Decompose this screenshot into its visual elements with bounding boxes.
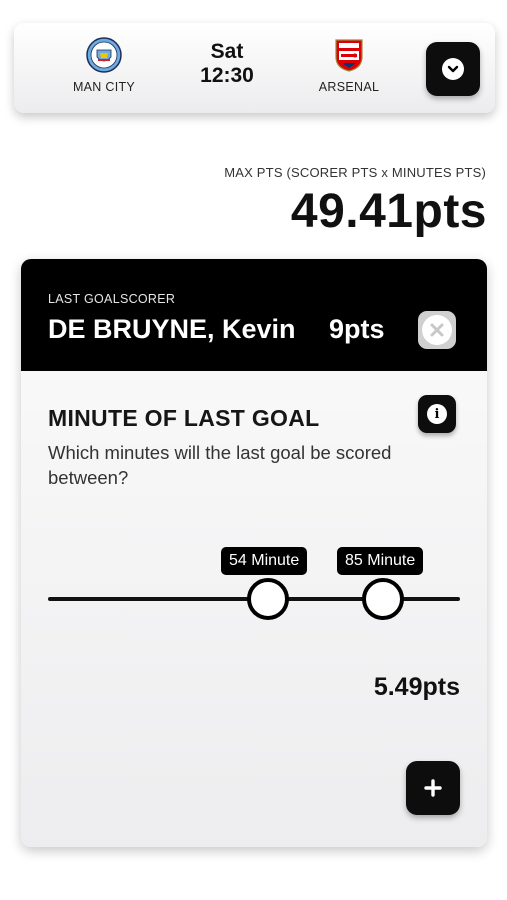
away-team-name: ARSENAL xyxy=(318,80,380,94)
info-button[interactable]: i xyxy=(418,395,456,433)
scorer-points: 9pts xyxy=(329,314,385,344)
prediction-card: LAST GOALSCORER DE BRUYNE, Kevin 9pts MI… xyxy=(21,259,487,847)
low-minute-label: 54 Minute xyxy=(221,547,308,575)
close-icon xyxy=(422,315,452,345)
match-header-card: MAN CITY Sat 12:30 ARSENAL xyxy=(14,23,495,113)
chevron-down-icon xyxy=(442,58,464,80)
info-icon: i xyxy=(427,404,447,424)
away-team: ARSENAL xyxy=(289,37,409,94)
max-points-label: MAX PTS (SCORER PTS x MINUTES PTS) xyxy=(224,165,486,180)
low-minute-handle[interactable] xyxy=(247,578,289,620)
high-minute-handle[interactable] xyxy=(362,578,404,620)
kickoff-day: Sat xyxy=(210,40,244,63)
add-button[interactable] xyxy=(406,761,460,815)
arsenal-crest-icon xyxy=(335,39,363,72)
max-points-value: 49.41pts xyxy=(290,185,487,238)
high-minute-label: 85 Minute xyxy=(337,547,424,575)
scorer-bar: LAST GOALSCORER DE BRUYNE, Kevin 9pts xyxy=(21,259,487,371)
minute-points-value: 5.49pts xyxy=(373,673,460,701)
remove-scorer-button[interactable] xyxy=(418,311,456,349)
scorer-name: DE BRUYNE, Kevin xyxy=(48,314,296,344)
kickoff-time: Sat 12:30 xyxy=(184,40,270,88)
home-team-name: MAN CITY xyxy=(72,80,136,94)
scorer-label: LAST GOALSCORER xyxy=(48,292,176,306)
plus-icon xyxy=(424,779,442,797)
home-team: MAN CITY xyxy=(44,37,164,94)
minute-section-title: MINUTE OF LAST GOAL xyxy=(48,405,320,431)
man-city-crest-icon xyxy=(86,37,122,73)
minute-question-text: Which minutes will the last goal be scor… xyxy=(48,442,392,488)
kickoff-clock: 12:30 xyxy=(200,64,254,87)
match-dropdown-button[interactable] xyxy=(426,42,480,96)
